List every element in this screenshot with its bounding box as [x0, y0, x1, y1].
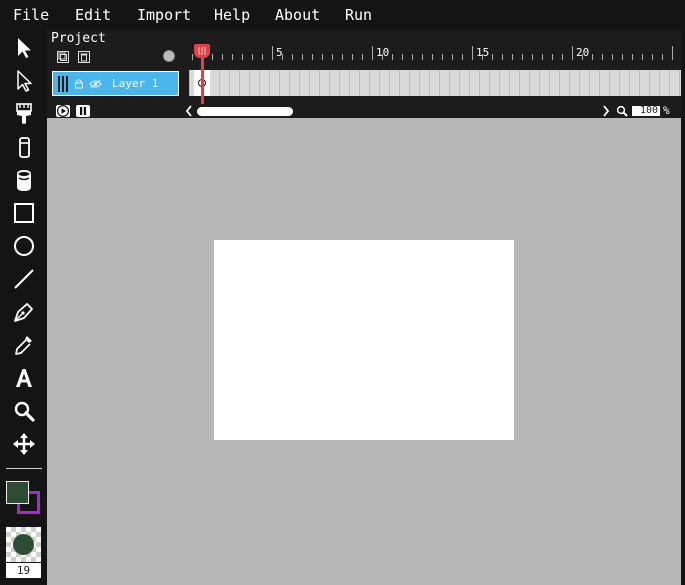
pen-icon — [14, 303, 33, 322]
play-icon — [57, 105, 69, 117]
delete-layer-button[interactable] — [78, 51, 90, 63]
scroll-left-icon[interactable] — [185, 105, 193, 117]
frame-track[interactable] — [189, 70, 681, 96]
eye-icon[interactable] — [89, 79, 102, 89]
timeline-panel: Project 5 10 15 20 Layer 1 100 % — [47, 30, 681, 118]
eraser-icon — [19, 137, 30, 158]
ellipse-icon — [14, 236, 34, 256]
menu-help[interactable]: Help — [214, 6, 250, 24]
stage-canvas[interactable] — [214, 240, 514, 440]
ellipse-tool[interactable] — [8, 230, 40, 262]
canvas-area[interactable] — [47, 118, 681, 585]
timeline-scroll-thumb[interactable] — [197, 107, 293, 116]
line-tool[interactable] — [8, 263, 40, 295]
eyedropper-tool[interactable] — [8, 329, 40, 361]
trash-icon — [80, 53, 88, 62]
subselect-tool[interactable] — [8, 65, 40, 97]
frame-ruler[interactable]: 5 10 15 20 — [192, 44, 681, 68]
project-title: Project — [51, 31, 106, 46]
playhead-handle[interactable] — [194, 44, 210, 58]
playback-bar: 100 % — [47, 104, 681, 118]
add-layer-icon — [58, 52, 67, 61]
timeline-zoom-input[interactable]: 100 — [632, 106, 660, 116]
toolbar-divider — [6, 468, 42, 469]
ruler-ticks — [192, 46, 673, 60]
text-tool[interactable] — [8, 362, 40, 394]
ruler-label-10: 10 — [376, 46, 390, 59]
menu-about[interactable]: About — [275, 6, 320, 24]
hollow-arrow-icon — [17, 70, 32, 92]
bucket-icon — [17, 170, 31, 191]
line-icon — [14, 269, 34, 289]
paint-bucket-tool[interactable] — [8, 164, 40, 196]
ruler-label-5: 5 — [276, 46, 283, 59]
pen-tool[interactable] — [8, 296, 40, 328]
onion-skin-button[interactable] — [163, 50, 175, 62]
scroll-right-icon[interactable] — [602, 105, 610, 117]
eyedropper-icon — [15, 336, 32, 355]
layer-name: Layer 1 — [112, 77, 159, 90]
playhead-line — [201, 56, 204, 105]
select-tool[interactable] — [8, 32, 40, 64]
drag-handle-icon[interactable] — [57, 75, 69, 93]
fill-color-swatch[interactable] — [6, 481, 29, 504]
window-right-border — [681, 30, 685, 585]
menu-edit[interactable]: Edit — [75, 6, 111, 24]
pan-tool[interactable] — [8, 428, 40, 460]
move-icon — [13, 433, 35, 455]
pause-button[interactable] — [76, 105, 90, 117]
lock-icon[interactable] — [74, 78, 84, 89]
brush-preview[interactable] — [6, 527, 41, 562]
magnifier-icon — [14, 401, 35, 422]
zoom-icon — [616, 105, 628, 117]
menu-import[interactable]: Import — [137, 6, 191, 24]
brush-tool[interactable] — [8, 98, 40, 130]
add-layer-button[interactable] — [57, 51, 69, 63]
brush-icon — [16, 103, 32, 124]
rectangle-icon — [14, 203, 34, 223]
pause-icon — [80, 107, 86, 115]
brush-size-field[interactable]: 19 — [6, 563, 41, 578]
ruler-label-15: 15 — [476, 46, 490, 59]
rectangle-tool[interactable] — [8, 197, 40, 229]
play-button[interactable] — [56, 105, 70, 117]
eraser-tool[interactable] — [8, 131, 40, 163]
menu-run[interactable]: Run — [345, 6, 372, 24]
playhead-grip-icon — [198, 47, 206, 55]
brush-dot — [13, 534, 34, 555]
text-icon — [16, 369, 32, 387]
menu-file[interactable]: File — [13, 6, 49, 24]
zoom-unit-label: % — [663, 104, 670, 117]
layer-row[interactable]: Layer 1 — [52, 71, 179, 96]
zoom-tool[interactable] — [8, 395, 40, 427]
arrow-icon — [18, 38, 31, 58]
tool-panel: 19 — [0, 30, 47, 585]
ruler-label-20: 20 — [576, 46, 590, 59]
menu-bar: File Edit Import Help About Run — [0, 0, 685, 30]
